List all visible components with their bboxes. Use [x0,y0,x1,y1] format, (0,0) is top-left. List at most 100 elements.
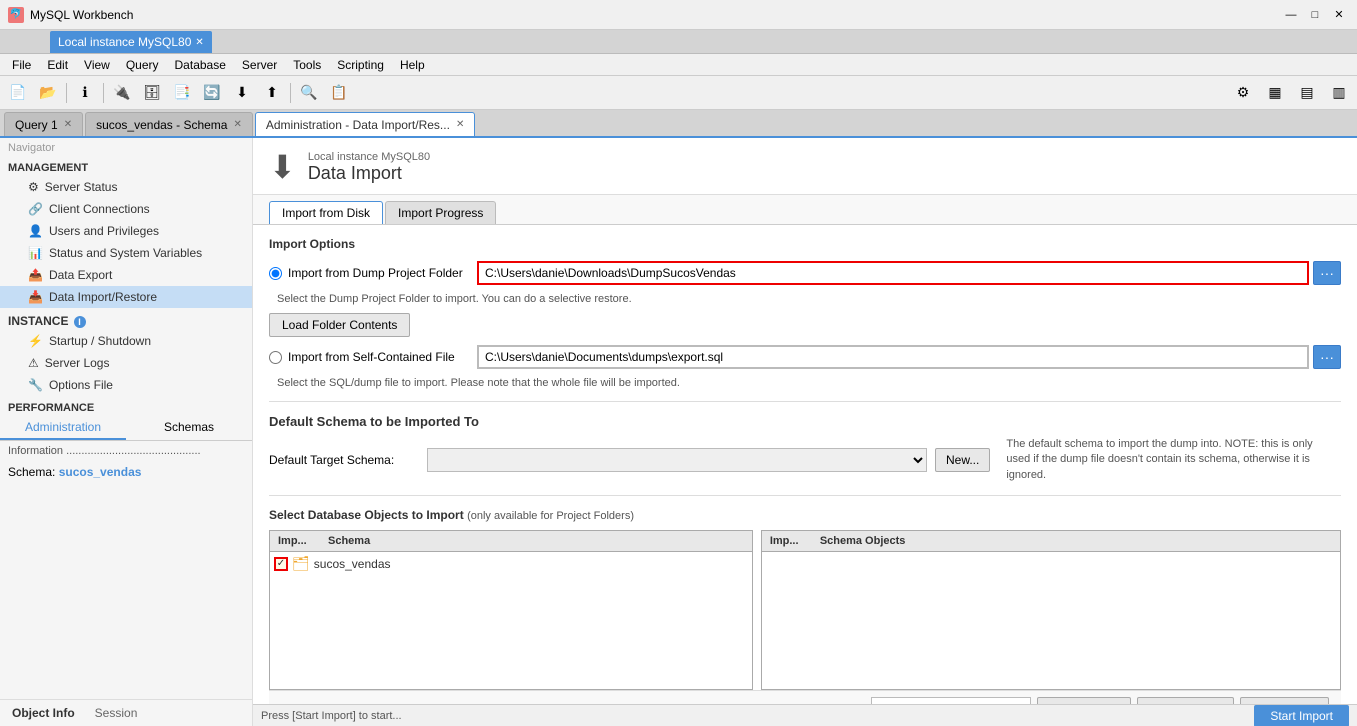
toolbar-view-1[interactable]: ▦ [1261,79,1289,107]
left-col-imp: Imp... [274,533,324,549]
schema-note: The default schema to import the dump in… [1006,437,1326,483]
sidebar-item-server-logs[interactable]: ⚠ Server Logs [0,352,252,374]
sidebar-item-client-connections[interactable]: 🔗 Client Connections [0,198,252,220]
dump-type-dropdown[interactable]: Dump Structure and Dat [871,697,1031,704]
new-schema-btn[interactable]: New... [935,448,990,472]
select-tables-btn[interactable]: Select Tables [1137,697,1234,704]
tab-admin-close[interactable]: ✕ [456,119,464,130]
row-checkbox[interactable]: ✓ [274,557,288,571]
client-connections-label: Client Connections [49,202,150,216]
schema-section-title: Default Schema to be Imported To [269,414,1341,429]
toolbar: 📄 📂 ℹ 🔌 🗄 📑 🔄 ⬇ ⬆ 🔍 📋 ⚙ ▦ ▤ ▥ [0,76,1357,110]
menu-edit[interactable]: Edit [39,56,76,74]
sidebar-item-server-status[interactable]: ⚙ Server Status [0,176,252,198]
startup-label: Startup / Shutdown [49,334,151,348]
toolbar-search[interactable]: 🔍 [295,79,323,107]
schema-row-name: sucos_vendas [314,557,391,571]
toolbar-btn-4[interactable]: 🗄 [138,79,166,107]
instance-tab-close[interactable]: ✕ [195,37,203,48]
menu-server[interactable]: Server [234,56,285,74]
radio2-hint: Select the SQL/dump file to import. Plea… [277,377,1341,389]
dump-folder-input[interactable] [477,261,1309,285]
minimize-button[interactable]: — [1281,5,1301,25]
instance-tab-label: Local instance MySQL80 [58,35,191,49]
tab-admin[interactable]: Administration - Data Import/Res... ✕ [255,112,475,136]
unselect-all-btn[interactable]: Unselect All [1240,697,1329,704]
status-text: Press [Start Import] to start... [261,710,402,722]
toolbar-btn-8[interactable]: ⬆ [258,79,286,107]
sidebar-bottom: Object Info Session [0,699,252,726]
sidebar-item-data-export[interactable]: 📤 Data Export [0,264,252,286]
menu-query[interactable]: Query [118,56,167,74]
tab-schema-close[interactable]: ✕ [233,119,241,130]
instance-tab[interactable]: Local instance MySQL80 ✕ [50,31,212,53]
tab-query1[interactable]: Query 1 ✕ [4,112,83,136]
sidebar-bottom-session[interactable]: Session [91,704,142,722]
performance-title: PERFORMANCE [0,396,252,416]
toolbar-settings[interactable]: ⚙ [1229,79,1257,107]
table-row[interactable]: ✓ 🗂 sucos_vendas [270,552,752,575]
db-objects-title: Select Database Objects to Import [269,508,464,522]
self-contained-input[interactable] [477,345,1309,369]
start-import-btn[interactable]: Start Import [1254,705,1349,726]
toolbar-btn-9[interactable]: 📋 [325,79,353,107]
sidebar-tab-schemas[interactable]: Schemas [126,416,252,440]
sidebar-item-status-vars[interactable]: 📊 Status and System Variables [0,242,252,264]
toolbar-btn-3[interactable]: 🔌 [108,79,136,107]
menu-help[interactable]: Help [392,56,433,74]
toolbar-view-3[interactable]: ▥ [1325,79,1353,107]
sidebar-item-users[interactable]: 👤 Users and Privileges [0,220,252,242]
menu-database[interactable]: Database [167,56,234,74]
radio2-text: Import from Self-Contained File [288,350,455,364]
sub-tab-import-disk[interactable]: Import from Disk [269,201,383,224]
load-folder-btn[interactable]: Load Folder Contents [269,313,410,337]
radio2-label[interactable]: Import from Self-Contained File [269,350,469,364]
browse-folder-btn[interactable]: ··· [1313,261,1341,285]
toolbar-view-2[interactable]: ▤ [1293,79,1321,107]
divider-1 [269,401,1341,402]
schema-folder-icon: 🗂 [292,555,310,572]
sidebar-item-options-file[interactable]: 🔧 Options File [0,374,252,396]
sub-tab-import-progress[interactable]: Import Progress [385,201,496,224]
file-input-row-1: ··· [477,261,1341,285]
menu-view[interactable]: View [76,56,118,74]
sidebar-bottom-object-info[interactable]: Object Info [8,704,79,722]
right-col-imp: Imp... [766,533,816,549]
tab-schema[interactable]: sucos_vendas - Schema ✕ [85,112,253,136]
sidebar-item-data-import[interactable]: 📥 Data Import/Restore [0,286,252,308]
schema-select[interactable] [427,448,927,472]
toolbar-open[interactable]: 📂 [34,79,62,107]
data-export-icon: 📤 [28,268,43,282]
navigator-label: Navigator [0,138,252,156]
radio1-label[interactable]: Import from Dump Project Folder [269,266,469,280]
left-col-schema: Schema [324,533,748,549]
select-views-btn[interactable]: Select Views [1037,697,1131,704]
sub-tabs: Import from Disk Import Progress [253,195,1357,225]
sidebar-tab-administration[interactable]: Administration [0,416,126,440]
server-logs-label: Server Logs [45,356,110,370]
import-options-title: Import Options [269,237,1341,251]
toolbar-sep-3 [290,83,291,103]
toolbar-btn-7[interactable]: ⬇ [228,79,256,107]
browse-file-btn[interactable]: ··· [1313,345,1341,369]
menu-scripting[interactable]: Scripting [329,56,392,74]
options-file-icon: 🔧 [28,378,43,392]
radio2-input[interactable] [269,351,282,364]
menu-file[interactable]: File [4,56,39,74]
radio1-input[interactable] [269,267,282,280]
maximize-button[interactable]: □ [1305,5,1325,25]
instance-badge: i [74,316,86,328]
close-button[interactable]: ✕ [1329,5,1349,25]
sidebar: Navigator MANAGEMENT ⚙ Server Status 🔗 C… [0,138,253,726]
toolbar-sep-1 [66,83,67,103]
tab-query1-close[interactable]: ✕ [64,119,72,130]
menu-tools[interactable]: Tools [285,56,329,74]
schema-row-label: Default Target Schema: [269,453,419,467]
schema-label: Schema: [8,465,55,479]
toolbar-info[interactable]: ℹ [71,79,99,107]
radio1-text: Import from Dump Project Folder [288,266,463,280]
toolbar-btn-5[interactable]: 📑 [168,79,196,107]
toolbar-btn-6[interactable]: 🔄 [198,79,226,107]
sidebar-item-startup[interactable]: ⚡ Startup / Shutdown [0,330,252,352]
toolbar-new-query[interactable]: 📄 [4,79,32,107]
